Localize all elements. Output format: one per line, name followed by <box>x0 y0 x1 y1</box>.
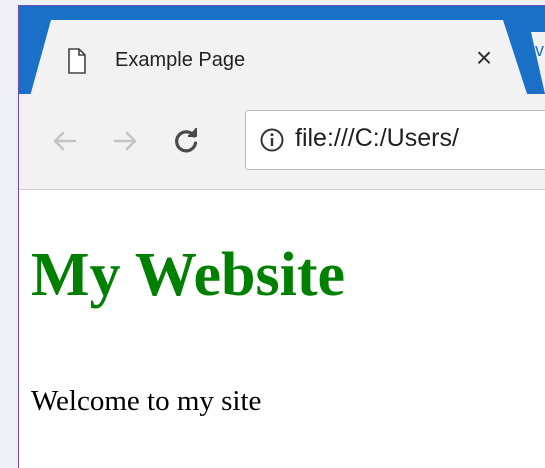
page-heading: My Website <box>31 241 345 309</box>
screen-frame: Example Page × v file:///C:/Users/ My We… <box>0 0 545 468</box>
back-arrow-icon <box>53 131 77 151</box>
tab-example-page[interactable] <box>29 20 529 100</box>
browser-window: Example Page × v file:///C:/Users/ My We… <box>18 5 545 468</box>
reload-icon <box>175 128 198 153</box>
info-icon[interactable] <box>259 127 285 153</box>
page-icon <box>68 48 86 74</box>
forward-button[interactable] <box>111 126 141 156</box>
address-text[interactable]: file:///C:/Users/ <box>295 124 459 153</box>
page-content: My Website Welcome to my site <box>19 190 545 468</box>
tab-title: Example Page <box>115 49 246 71</box>
close-icon[interactable]: × <box>472 44 496 72</box>
back-button[interactable] <box>49 126 79 156</box>
reload-button[interactable] <box>171 126 201 156</box>
forward-arrow-icon <box>113 131 137 151</box>
new-tab-glyph: v <box>535 40 544 60</box>
page-paragraph: Welcome to my site <box>31 385 262 417</box>
